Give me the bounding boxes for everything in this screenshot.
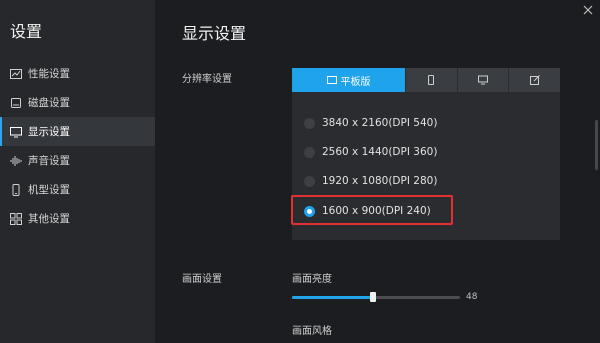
- main-panel: 显示设置 分辨率设置 平板版 3840 x 2160(DPI 540) 2560…: [156, 0, 600, 343]
- resolution-option-label: 2560 x 1440(DPI 360): [322, 146, 438, 158]
- sidebar-item-label: 机型设置: [28, 184, 70, 196]
- radio-button[interactable]: [304, 117, 315, 129]
- grid-icon: [10, 212, 22, 225]
- tab-phone[interactable]: [405, 68, 457, 92]
- resolution-option-3840[interactable]: 3840 x 2160(DPI 540): [304, 112, 437, 134]
- radio-button[interactable]: [304, 146, 315, 158]
- picture-style-label: 画面风格: [292, 326, 332, 337]
- tab-tablet[interactable]: 平板版: [292, 68, 405, 92]
- resolution-option-label: 3840 x 2160(DPI 540): [322, 117, 438, 129]
- sidebar-item-performance[interactable]: 性能设置: [0, 59, 155, 88]
- chart-icon: [10, 68, 22, 80]
- slider-thumb[interactable]: [370, 292, 376, 302]
- picture-settings-label: 画面设置: [182, 274, 222, 285]
- tab-monitor[interactable]: [456, 68, 509, 92]
- sidebar-item-device[interactable]: 机型设置: [0, 175, 155, 204]
- sidebar-item-disk[interactable]: 磁盘设置: [0, 88, 155, 117]
- sidebar-item-label: 磁盘设置: [28, 97, 70, 109]
- slider-fill: [292, 296, 373, 299]
- resolution-label: 分辨率设置: [182, 74, 232, 85]
- sidebar-item-other[interactable]: 其他设置: [0, 204, 155, 233]
- sidebar: 设置 性能设置 磁盘设置 显示设置 声音设置 机型设置 其他设置: [0, 0, 155, 343]
- sidebar-item-label: 其他设置: [28, 213, 70, 225]
- tablet-icon: [326, 76, 337, 84]
- resolution-options: 3840 x 2160(DPI 540) 2560 x 1440(DPI 360…: [292, 92, 560, 240]
- disk-icon: [10, 97, 22, 109]
- close-button[interactable]: [582, 4, 594, 16]
- radio-button[interactable]: [304, 175, 315, 187]
- brightness-value: 48: [466, 292, 478, 302]
- edit-icon: [529, 75, 540, 85]
- sidebar-item-sound[interactable]: 声音设置: [0, 146, 155, 175]
- sidebar-item-label: 声音设置: [28, 155, 70, 167]
- resolution-option-label: 1600 x 900(DPI 240): [322, 205, 431, 217]
- resolution-option-1920[interactable]: 1920 x 1080(DPI 280): [304, 170, 437, 192]
- phone-icon: [428, 75, 435, 85]
- sidebar-title: 设置: [10, 22, 43, 41]
- device-tabs: 平板版: [292, 68, 560, 92]
- sidebar-item-label: 性能设置: [28, 68, 70, 80]
- radio-button-selected[interactable]: [304, 205, 315, 217]
- brightness-label: 画面亮度: [292, 274, 332, 285]
- monitor-icon: [478, 75, 488, 85]
- tab-custom[interactable]: [508, 68, 560, 92]
- brightness-slider[interactable]: [292, 292, 460, 302]
- sound-icon: [10, 155, 22, 167]
- resolution-option-1600[interactable]: 1600 x 900(DPI 240): [304, 200, 431, 222]
- scrollbar[interactable]: [595, 120, 598, 170]
- active-indicator: [0, 117, 2, 146]
- phone-icon: [10, 183, 22, 196]
- monitor-icon: [10, 126, 22, 138]
- page-title: 显示设置: [182, 24, 247, 43]
- resolution-option-label: 1920 x 1080(DPI 280): [322, 175, 438, 187]
- sidebar-item-display[interactable]: 显示设置: [0, 117, 155, 146]
- sidebar-item-label: 显示设置: [28, 126, 70, 138]
- close-icon: [583, 5, 593, 15]
- tab-label: 平板版: [340, 76, 371, 88]
- resolution-option-2560[interactable]: 2560 x 1440(DPI 360): [304, 141, 437, 163]
